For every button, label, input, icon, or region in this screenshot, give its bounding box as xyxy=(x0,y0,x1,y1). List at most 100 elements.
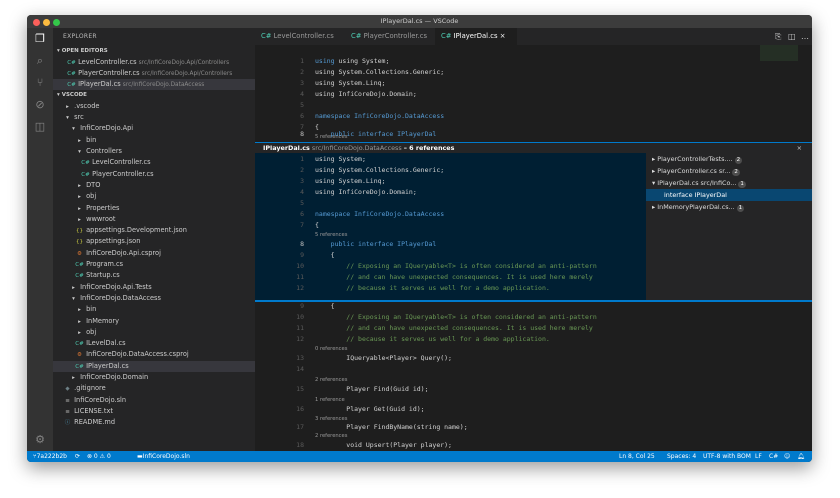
sync-icon[interactable]: ⟳ xyxy=(75,451,80,462)
tree-item-icon: ⓘ xyxy=(64,420,71,427)
expand-icon: ▸ xyxy=(652,155,656,163)
codelens[interactable]: 1 reference xyxy=(315,397,345,403)
encoding[interactable]: UTF-8 with BOM xyxy=(703,451,751,462)
tree-item-icon: ▸ xyxy=(72,375,75,382)
tree-item[interactable]: ▸ DTO xyxy=(53,180,255,191)
open-editor-item[interactable]: C# LevelController.cs src/InfiCoreDojo.A… xyxy=(53,57,255,68)
tree-item-icon: C# xyxy=(75,341,84,348)
code-line: using using System; xyxy=(315,57,390,65)
extensions-icon[interactable]: ◫ xyxy=(27,116,53,138)
tab-playercontroller[interactable]: C# PlayerController.cs xyxy=(345,28,435,45)
peek-editor[interactable]: 1 using System; 2 using System.Collections… xyxy=(255,153,646,300)
tab-close-icon[interactable]: × xyxy=(500,32,506,40)
csharp-file-icon: C# xyxy=(67,82,76,89)
tree-item[interactable]: ▾ src xyxy=(53,112,255,123)
codelens[interactable]: 5 references xyxy=(315,232,347,238)
close-window-button[interactable] xyxy=(33,19,40,26)
notifications-icon[interactable]: 🔔︎ xyxy=(797,451,805,462)
problems-indicator[interactable]: ⊗ 0 ⚠ 0 xyxy=(87,451,111,462)
code-line: // and can have unexpected consequences.… xyxy=(315,273,593,281)
open-editor-item[interactable]: C# IPlayerDal.cs src/InfiCoreDojo.DataAc… xyxy=(53,79,255,91)
tree-item[interactable]: {} appsettings.json xyxy=(53,236,255,247)
peek-result-item[interactable]: ▸ PlayerController.cs sr... 2 xyxy=(646,165,812,177)
codelens[interactable]: 2 references xyxy=(315,377,347,383)
tab-iplayerdal[interactable]: C# IPlayerDal.cs × xyxy=(435,28,517,45)
expand-icon: ▸ xyxy=(652,203,656,211)
workspace-section[interactable]: ▾ VSCODE xyxy=(53,90,255,101)
search-icon[interactable]: ⌕ xyxy=(27,50,53,72)
tree-item[interactable]: ▸ InfiCoreDojo.Domain xyxy=(53,372,255,383)
debug-icon[interactable]: ⊘ xyxy=(27,94,53,116)
tree-item[interactable]: C# LevelController.cs xyxy=(53,157,255,168)
code-line: IQueryable<Player> Query(); xyxy=(315,354,452,362)
split-editor-icon[interactable]: ◫ xyxy=(788,28,796,45)
peek-result-item[interactable]: interface IPlayerDal xyxy=(646,189,812,201)
source-control-icon[interactable]: ⑂ xyxy=(27,72,53,94)
tree-item[interactable]: ≡ LICENSE.txt xyxy=(53,406,255,417)
tree-item-icon: ⚙ xyxy=(77,352,82,359)
tree-item[interactable]: ▸ .vscode xyxy=(53,101,255,112)
peek-result-item[interactable]: ▸ PlayerControllerTests.... 2 xyxy=(646,153,812,165)
code-top[interactable]: 1 using using System; 2 using System.Colle… xyxy=(255,45,812,142)
tree-item-icon: ▸ xyxy=(78,182,81,189)
peek-close-icon[interactable]: × xyxy=(797,143,802,153)
explorer-icon[interactable]: ❐ xyxy=(27,28,53,50)
code-line: void Upsert(Player player); xyxy=(315,441,452,449)
tree-item-icon: ◆ xyxy=(65,386,70,393)
tree-item[interactable]: ▸ InMemory xyxy=(53,316,255,327)
open-editors-section[interactable]: ▾ OPEN EDITORS xyxy=(53,46,255,57)
tree-item[interactable]: ▸ bin xyxy=(53,135,255,146)
peek-result-item[interactable]: ▾ IPlayerDal.cs src/InfiCo... 1 xyxy=(646,177,812,189)
solution-indicator[interactable]: ▬ InfiCoreDojo.sln xyxy=(137,451,190,462)
peek-refs: – 6 references xyxy=(403,144,455,152)
codelens[interactable]: 3 references xyxy=(315,416,347,422)
tree-item[interactable]: ▸ obj xyxy=(53,191,255,202)
open-changes-icon[interactable]: ⎘ xyxy=(775,28,781,45)
tree-item[interactable]: ▾ Controllers xyxy=(53,146,255,157)
tree-item[interactable]: ≡ InfiCoreDojo.sln xyxy=(53,395,255,406)
tree-item[interactable]: ▸ obj xyxy=(53,327,255,338)
feedback-icon[interactable]: ☺ xyxy=(784,451,790,462)
code-line: using System.Linq; xyxy=(315,79,386,87)
tree-item[interactable]: ◆ .gitignore xyxy=(53,383,255,394)
tree-item[interactable]: ⓘ README.md xyxy=(53,417,255,428)
git-branch[interactable]: ⑂ 7a222b2b xyxy=(33,451,67,462)
tree-item[interactable]: ⚙ InfiCoreDojo.Api.csproj xyxy=(53,248,255,259)
tree-item[interactable]: C# IPlayerDal.cs xyxy=(53,360,255,373)
tree-item-icon: C# xyxy=(75,273,84,280)
peek-result-item[interactable]: ▸ InMemoryPlayerDal.cs... 1 xyxy=(646,201,812,213)
code-line: // Exposing an IQueryable<T> is often co… xyxy=(315,262,597,270)
language-mode[interactable]: C# xyxy=(769,451,778,462)
tree-item[interactable]: C# ILevelDal.cs xyxy=(53,338,255,349)
tree-item[interactable]: ▸ Properties xyxy=(53,203,255,214)
code-line: Player FindByName(string name); xyxy=(315,423,468,431)
minimize-window-button[interactable] xyxy=(43,19,50,26)
tree-item[interactable]: C# Program.cs xyxy=(53,259,255,270)
tree-item[interactable]: ▸ InfiCoreDojo.Api.Tests xyxy=(53,282,255,293)
codelens[interactable]: 2 references xyxy=(315,433,347,439)
peek-file: IPlayerDal.cs xyxy=(263,144,310,152)
open-editor-item[interactable]: C# PlayerController.cs src/InfiCoreDojo.… xyxy=(53,68,255,79)
tree-item-icon: ⚙ xyxy=(77,250,82,257)
codelens[interactable]: 0 references xyxy=(315,346,347,352)
status-bar: ⑂ 7a222b2b ⟳ ⊗ 0 ⚠ 0 ▬ InfiCoreDojo.sln … xyxy=(27,451,812,462)
cursor-position[interactable]: Ln 8, Col 25 xyxy=(619,451,655,462)
tree-item[interactable]: C# Startup.cs xyxy=(53,270,255,281)
more-actions-icon[interactable]: … xyxy=(801,28,809,45)
tree-item[interactable]: ▸ wwwroot xyxy=(53,214,255,225)
tree-item[interactable]: ▾ InfiCoreDojo.Api xyxy=(53,123,255,134)
code-line: Player Find(Guid id); xyxy=(315,385,429,393)
zoom-window-button[interactable] xyxy=(53,19,60,26)
tree-item[interactable]: C# PlayerController.cs xyxy=(53,169,255,180)
tree-item[interactable]: ⚙ InfiCoreDojo.DataAccess.csproj xyxy=(53,349,255,360)
tree-item-icon: ▸ xyxy=(78,205,81,212)
indentation[interactable]: Spaces: 4 xyxy=(667,451,696,462)
tree-item[interactable]: ▸ bin xyxy=(53,304,255,315)
tree-item[interactable]: ▾ InfiCoreDojo.DataAccess xyxy=(53,293,255,304)
settings-gear-icon[interactable]: ⚙ xyxy=(27,429,53,451)
code-bottom[interactable]: 9 { 10 // Exposing an IQueryable<T> is o… xyxy=(255,302,812,451)
tree-item-icon: ≡ xyxy=(65,397,70,404)
tree-item[interactable]: {} appsettings.Development.json xyxy=(53,225,255,236)
tab-levelcontroller[interactable]: C# LevelController.cs xyxy=(255,28,345,45)
eol[interactable]: LF xyxy=(755,451,762,462)
